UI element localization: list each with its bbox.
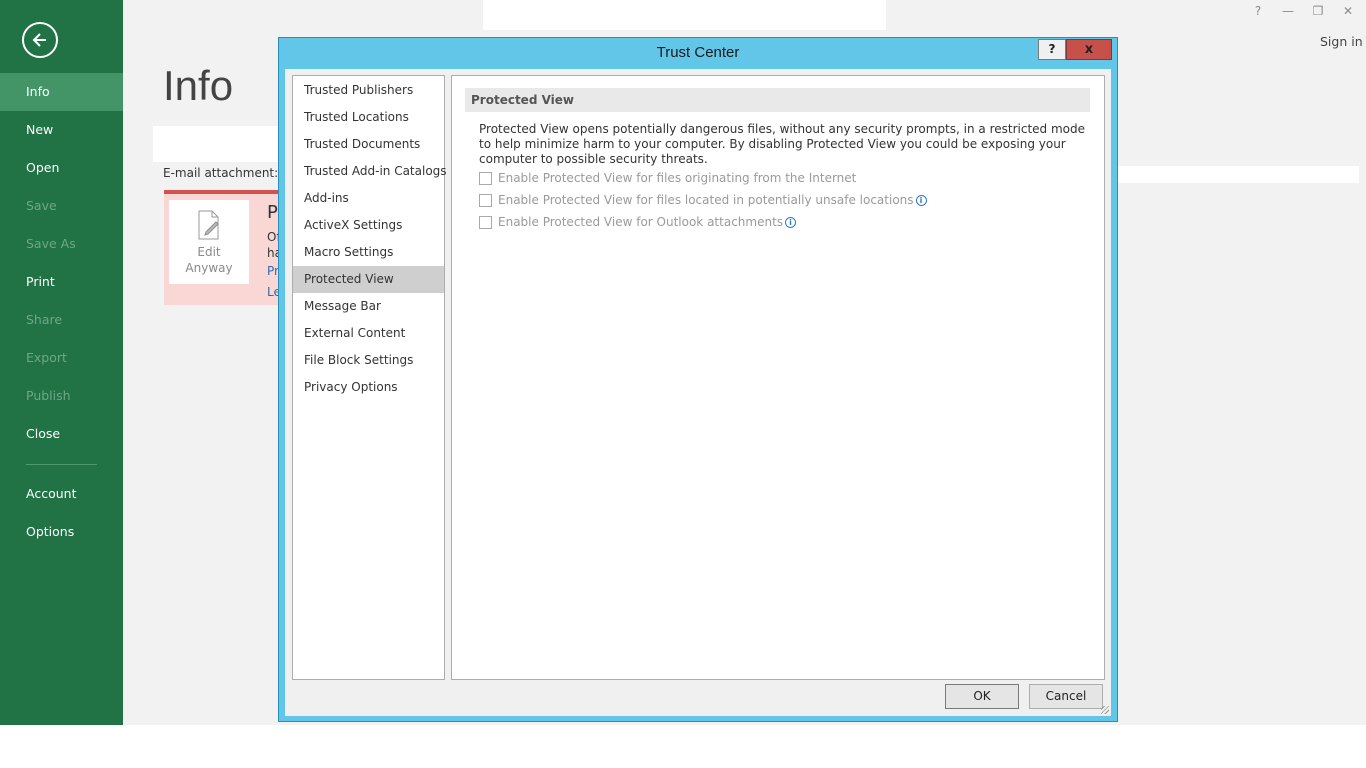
cancel-button[interactable]: Cancel [1029,684,1103,709]
category-trusted-locations[interactable]: Trusted Locations [293,104,444,131]
sidebar-item-export[interactable]: Export [0,339,123,377]
dialog-body: Trusted Publishers Trusted Locations Tru… [285,69,1111,716]
sidebar-item-info[interactable]: Info [0,73,123,111]
edit-anyway-label-1: Edit [197,245,221,259]
sidebar-item-publish[interactable]: Publish [0,377,123,415]
protected-view-warning: Edit Anyway P Of ha Pr Le [164,190,294,305]
dialog-title: Trust Center [656,44,740,61]
category-activex-settings[interactable]: ActiveX Settings [293,212,444,239]
sidebar-item-close[interactable]: Close [0,415,123,453]
settings-panel: Protected View Protected View opens pote… [451,75,1105,680]
category-trusted-publishers[interactable]: Trusted Publishers [293,77,444,104]
minimize-icon[interactable]: — [1280,4,1296,18]
dialog-help-button[interactable]: ? [1038,39,1066,60]
window-controls: ? — ❐ ✕ [1250,4,1356,18]
section-header: Protected View [465,88,1090,112]
attachment-label: E-mail attachment: [163,166,279,180]
option-unsafe-locations[interactable]: Enable Protected View for files located … [479,192,927,208]
sidebar-item-save[interactable]: Save [0,187,123,225]
sidebar-item-account[interactable]: Account [0,475,123,513]
sidebar-item-print[interactable]: Print [0,263,123,301]
option-label: Enable Protected View for files located … [498,193,914,207]
sidebar-item-save-as[interactable]: Save As [0,225,123,263]
category-add-ins[interactable]: Add-ins [293,185,444,212]
category-external-content[interactable]: External Content [293,320,444,347]
edit-anyway-label-2: Anyway [185,261,233,275]
option-label: Enable Protected View for files originat… [498,171,857,185]
page-title: Info [163,62,234,109]
ok-button[interactable]: OK [945,684,1019,709]
option-internet-files[interactable]: Enable Protected View for files originat… [479,170,856,186]
info-icon[interactable]: i [785,216,797,228]
category-list: Trusted Publishers Trusted Locations Tru… [292,75,447,680]
restore-icon[interactable]: ❐ [1310,4,1326,18]
help-icon[interactable]: ? [1250,4,1266,18]
section-description: Protected View opens potentially dangero… [479,122,1085,166]
category-message-bar[interactable]: Message Bar [293,293,444,320]
checkbox[interactable] [479,193,492,207]
warning-title-fragment: P [267,202,278,223]
sidebar-item-open[interactable]: Open [0,149,123,187]
back-arrow-icon[interactable] [22,22,58,58]
category-protected-view[interactable]: Protected View [293,266,444,293]
checkbox[interactable] [479,215,492,229]
info-panel-strip [1117,166,1359,183]
sign-in-link[interactable]: Sign in [1320,34,1363,49]
sidebar-item-new[interactable]: New [0,111,123,149]
category-trusted-documents[interactable]: Trusted Documents [293,131,444,158]
resize-grip-icon[interactable] [1101,706,1109,714]
dialog-close-button[interactable]: x [1066,39,1112,60]
category-macro-settings[interactable]: Macro Settings [293,239,444,266]
sidebar-item-options[interactable]: Options [0,513,123,551]
category-file-block-settings[interactable]: File Block Settings [293,347,444,374]
info-panel-background [153,126,293,162]
backstage-sidebar: Info New Open Save Save As Print Share E… [0,0,123,725]
edit-anyway-button[interactable]: Edit Anyway [169,200,249,284]
option-outlook-attachments[interactable]: Enable Protected View for Outlook attach… [479,214,797,230]
category-trusted-add-in-catalogs[interactable]: Trusted Add-in Catalogs [293,158,447,185]
title-bar-strip [483,0,886,30]
checkbox[interactable] [479,171,492,185]
option-label: Enable Protected View for Outlook attach… [498,215,784,229]
sidebar-divider [26,464,97,465]
sidebar-item-share[interactable]: Share [0,301,123,339]
category-privacy-options[interactable]: Privacy Options [293,374,444,401]
trust-center-dialog: Trust Center ? x Trusted Publishers Trus… [278,37,1118,722]
info-icon[interactable]: i [915,194,927,206]
window-close-icon[interactable]: ✕ [1340,4,1356,18]
